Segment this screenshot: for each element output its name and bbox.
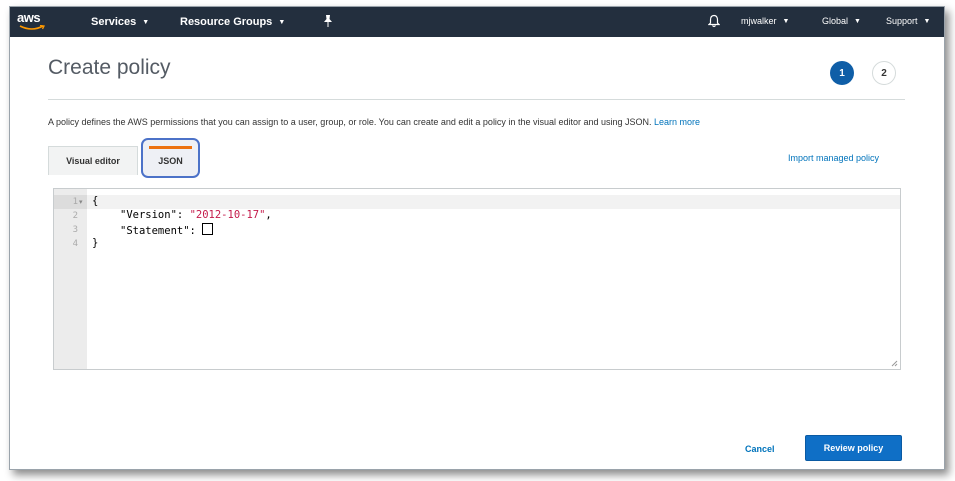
policy-description: A policy defines the AWS permissions tha… (48, 117, 700, 127)
top-navbar: aws Services ▼ Resource Groups ▼ mjwalke… (10, 7, 944, 37)
review-policy-label: Review policy (823, 443, 884, 453)
chevron-down-icon: ▼ (923, 17, 931, 25)
aws-logo[interactable]: aws (17, 11, 51, 33)
support-label: Support (886, 16, 918, 26)
region-menu[interactable]: Global ▼ (822, 16, 861, 26)
region-label: Global (822, 16, 849, 26)
chevron-down-icon: ▼ (278, 18, 286, 26)
code-line-version: "Version": "2012-10-17", (120, 209, 272, 221)
step-indicator-1: 1 (830, 61, 854, 85)
bracket-cursor (202, 223, 214, 235)
active-tab-indicator (149, 146, 192, 149)
support-menu[interactable]: Support ▼ (886, 16, 930, 26)
resource-groups-label: Resource Groups (180, 16, 273, 28)
aws-smile-icon (19, 25, 45, 30)
services-label: Services (91, 16, 137, 28)
tab-json[interactable]: JSON (141, 138, 200, 178)
line-number: 1 (72, 197, 78, 207)
review-policy-button[interactable]: Review policy (805, 435, 902, 461)
tab-visual-editor-label: Visual editor (66, 156, 120, 166)
resource-groups-menu[interactable]: Resource Groups ▼ (180, 16, 285, 28)
header-divider (48, 99, 905, 100)
user-label: mjwalker (741, 16, 777, 26)
line-number: 4 (72, 239, 78, 249)
step-indicator-2: 2 (872, 61, 896, 85)
services-menu[interactable]: Services ▼ (91, 16, 149, 28)
code-open-brace: { (92, 195, 99, 207)
version-value: "2012-10-17" (189, 209, 266, 221)
line-number: 3 (72, 225, 78, 235)
learn-more-link[interactable]: Learn more (654, 117, 700, 127)
fold-arrow-icon[interactable]: ▾ (79, 198, 83, 206)
bell-icon[interactable] (708, 14, 720, 28)
tab-json-label: JSON (158, 156, 183, 166)
import-managed-policy-link[interactable]: Import managed policy (788, 153, 879, 163)
tab-visual-editor[interactable]: Visual editor (48, 146, 138, 175)
statement-key: "Statement" (120, 225, 190, 237)
user-menu[interactable]: mjwalker ▼ (741, 16, 789, 26)
page-title: Create policy (48, 56, 171, 79)
chevron-down-icon: ▼ (854, 17, 861, 25)
aws-logo-text: aws (17, 10, 41, 25)
line-number: 2 (72, 211, 78, 221)
version-key: "Version" (120, 209, 177, 221)
cancel-button[interactable]: Cancel (745, 444, 775, 454)
code-line-statement: "Statement": (120, 223, 214, 237)
chevron-down-icon: ▼ (142, 18, 150, 26)
resize-handle-icon[interactable] (890, 359, 898, 367)
browser-frame: aws Services ▼ Resource Groups ▼ mjwalke… (9, 6, 945, 470)
active-line-highlight (87, 195, 900, 209)
description-text: A policy defines the AWS permissions tha… (48, 117, 652, 127)
chevron-down-icon: ▼ (782, 17, 790, 25)
pin-icon[interactable] (323, 14, 333, 28)
json-editor[interactable]: 1 ▾ 2 3 4 { "Version": "2012-10-17", "St… (53, 188, 901, 370)
code-close-brace: } (92, 237, 99, 249)
